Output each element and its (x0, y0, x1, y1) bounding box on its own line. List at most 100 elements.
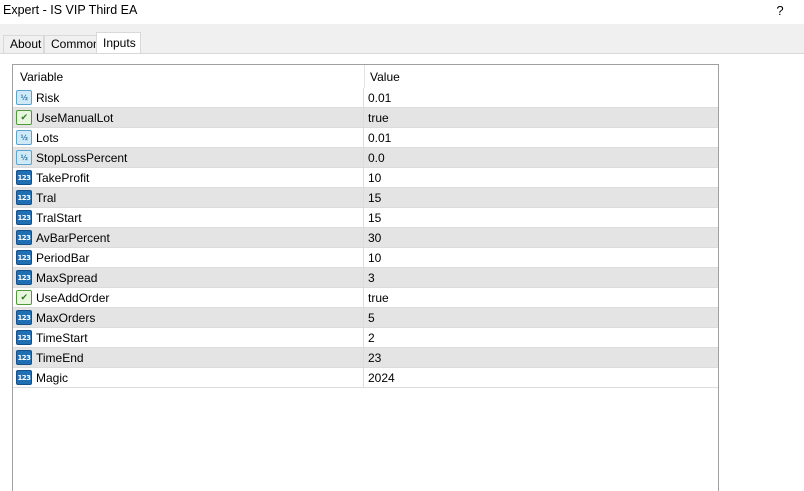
bool-type-icon: ✔ (16, 290, 32, 305)
column-divider[interactable] (364, 65, 365, 88)
int-type-icon: 123 (16, 250, 32, 265)
variable-cell[interactable]: 123 AvBarPercent (13, 228, 364, 247)
variable-name: Magic (36, 371, 69, 385)
int-type-icon: 123 (16, 310, 32, 325)
table-row[interactable]: 123 Tral 15 (13, 188, 718, 208)
table-row[interactable]: 123 TimeStart 2 (13, 328, 718, 348)
variable-name: TimeEnd (36, 351, 84, 365)
variable-value: 10 (368, 171, 382, 185)
variable-value: 0.0 (368, 151, 385, 165)
variable-value: 5 (368, 311, 375, 325)
value-cell[interactable]: 3 (365, 268, 718, 287)
variable-value: 2024 (368, 371, 395, 385)
value-cell[interactable]: 23 (365, 348, 718, 367)
int-type-icon: 123 (16, 370, 32, 385)
variable-name: Tral (36, 191, 57, 205)
variable-value: 2 (368, 331, 375, 345)
variable-value: 23 (368, 351, 382, 365)
variable-name: TimeStart (36, 331, 88, 345)
help-button[interactable]: ? (770, 2, 790, 20)
tab-inputs[interactable]: Inputs (96, 32, 141, 55)
column-header-variable[interactable]: Variable (20, 70, 63, 84)
table-row[interactable]: 123 TakeProfit 10 (13, 168, 718, 188)
int-type-icon: 123 (16, 210, 32, 225)
variable-cell[interactable]: ✔ UseAddOrder (13, 288, 364, 307)
variable-cell[interactable]: 123 MaxSpread (13, 268, 364, 287)
variable-cell[interactable]: 123 TakeProfit (13, 168, 364, 187)
variable-cell[interactable]: ✔ UseManualLot (13, 108, 364, 127)
variable-name: TakeProfit (36, 171, 90, 185)
table-row[interactable]: ✔ UseAddOrder true (13, 288, 718, 308)
variable-name: StopLossPercent (36, 151, 128, 165)
inputs-panel: Variable Value ½ Risk 0.01 ✔ UseManualLot tru… (0, 53, 804, 491)
variable-value: 15 (368, 211, 382, 225)
value-cell[interactable]: 2024 (365, 368, 718, 387)
value-cell[interactable]: 2 (365, 328, 718, 347)
table-row[interactable]: 123 MaxSpread 3 (13, 268, 718, 288)
double-type-icon: ½ (16, 150, 32, 165)
value-cell[interactable]: 30 (365, 228, 718, 247)
variable-value: 30 (368, 231, 382, 245)
value-cell[interactable]: 0.0 (365, 148, 718, 167)
variable-cell[interactable]: 123 MaxOrders (13, 308, 364, 327)
value-cell[interactable]: 15 (365, 208, 718, 227)
tab-common[interactable]: Common (44, 35, 100, 54)
window-title: Expert - IS VIP Third EA (3, 3, 138, 17)
int-type-icon: 123 (16, 330, 32, 345)
variable-cell[interactable]: ½ Risk (13, 88, 364, 107)
value-cell[interactable]: 10 (365, 248, 718, 267)
value-cell[interactable]: true (365, 108, 718, 127)
table-row[interactable]: 123 PeriodBar 10 (13, 248, 718, 268)
variable-cell[interactable]: 123 TimeEnd (13, 348, 364, 367)
value-cell[interactable]: 0.01 (365, 88, 718, 107)
inputs-grid: Variable Value ½ Risk 0.01 ✔ UseManualLot tru… (12, 64, 719, 491)
variable-name: PeriodBar (36, 251, 90, 265)
variable-name: Lots (36, 131, 59, 145)
variable-value: true (368, 291, 389, 305)
table-row[interactable]: ½ StopLossPercent 0.0 (13, 148, 718, 168)
variable-cell[interactable]: 123 TralStart (13, 208, 364, 227)
value-cell[interactable]: 5 (365, 308, 718, 327)
int-type-icon: 123 (16, 270, 32, 285)
variable-cell[interactable]: 123 Tral (13, 188, 364, 207)
variable-name: UseAddOrder (36, 291, 110, 305)
variable-cell[interactable]: 123 Magic (13, 368, 364, 387)
int-type-icon: 123 (16, 350, 32, 365)
variable-name: MaxOrders (36, 311, 96, 325)
variable-value: 3 (368, 271, 375, 285)
tab-strip: About Common Inputs (0, 24, 804, 55)
tab-about[interactable]: About (3, 35, 44, 54)
value-cell[interactable]: 0.01 (365, 128, 718, 147)
value-cell[interactable]: true (365, 288, 718, 307)
table-row[interactable]: 123 AvBarPercent 30 (13, 228, 718, 248)
table-row[interactable]: 123 MaxOrders 5 (13, 308, 718, 328)
table-row[interactable]: ½ Risk 0.01 (13, 88, 718, 108)
variable-value: 10 (368, 251, 382, 265)
table-row[interactable]: ✔ UseManualLot true (13, 108, 718, 128)
variable-cell[interactable]: ½ Lots (13, 128, 364, 147)
column-header-value[interactable]: Value (370, 70, 400, 84)
bool-type-icon: ✔ (16, 110, 32, 125)
value-cell[interactable]: 15 (365, 188, 718, 207)
variable-name: TralStart (36, 211, 82, 225)
variable-value: true (368, 111, 389, 125)
double-type-icon: ½ (16, 90, 32, 105)
variable-cell[interactable]: ½ StopLossPercent (13, 148, 364, 167)
variable-name: AvBarPercent (36, 231, 110, 245)
variable-name: MaxSpread (36, 271, 98, 285)
variable-value: 0.01 (368, 91, 392, 105)
variable-name: Risk (36, 91, 60, 105)
table-row[interactable]: 123 Magic 2024 (13, 368, 718, 388)
table-row[interactable]: ½ Lots 0.01 (13, 128, 718, 148)
value-cell[interactable]: 10 (365, 168, 718, 187)
variable-name: UseManualLot (36, 111, 114, 125)
double-type-icon: ½ (16, 130, 32, 145)
variable-cell[interactable]: 123 PeriodBar (13, 248, 364, 267)
variable-value: 15 (368, 191, 382, 205)
grid-header: Variable Value (13, 65, 718, 88)
variable-cell[interactable]: 123 TimeStart (13, 328, 364, 347)
int-type-icon: 123 (16, 170, 32, 185)
int-type-icon: 123 (16, 190, 32, 205)
table-row[interactable]: 123 TimeEnd 23 (13, 348, 718, 368)
table-row[interactable]: 123 TralStart 15 (13, 208, 718, 228)
